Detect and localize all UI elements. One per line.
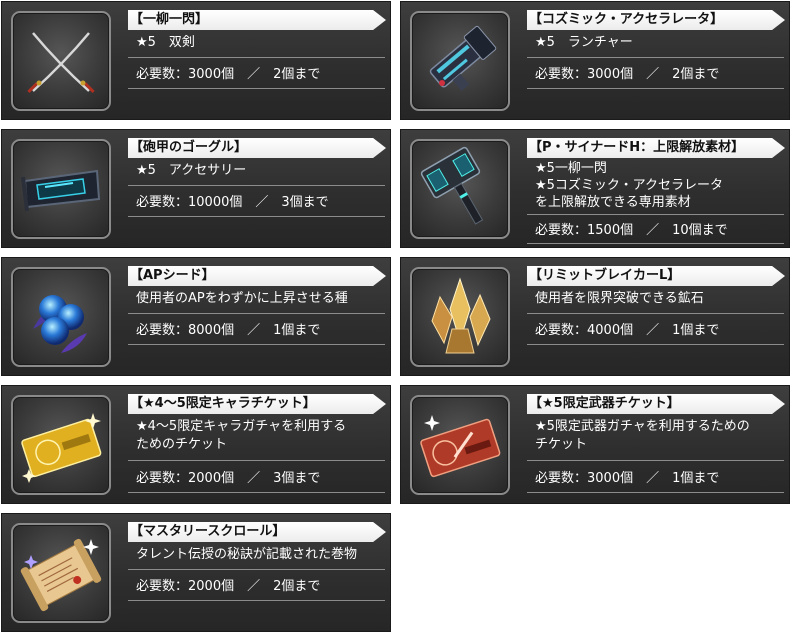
divider (128, 492, 385, 493)
item-title: 【リミットブレイカーL】 (527, 266, 785, 286)
item-requirement: 必要数：2000個 ／ 2個まで (136, 579, 321, 594)
divider (128, 600, 385, 601)
item-title: 【★5限定武器チケット】 (527, 394, 785, 414)
goggles-icon (11, 139, 111, 239)
item-title: 【コズミック・アクセラレータ】 (527, 10, 785, 30)
item-card-p-sinard-h[interactable]: 【P・サイナードH：上限解放素材】 ★5一柳一閃 ★5コズミック・アクセラレータ… (400, 129, 790, 248)
divider (527, 243, 784, 244)
item-description: 使用者のAPをわずかに上昇させる種 (136, 291, 348, 306)
red-ticket-icon (410, 395, 510, 495)
divider (128, 185, 385, 186)
item-card-chara-ticket[interactable]: 【★4～5限定キャラチケット】 ★4～5限定キャラガチャを利用する ためのチケッ… (1, 385, 391, 504)
divider (128, 216, 385, 217)
item-card-limit-breaker-l[interactable]: 【リミットブレイカーL】 使用者を限界突破できる鉱石 必要数：4000個 ／ 1… (400, 257, 790, 376)
item-title: 【マスタリースクロール】 (128, 522, 386, 542)
divider (128, 569, 385, 570)
divider (527, 492, 784, 493)
crossed-swords-icon (11, 11, 111, 111)
item-description: ★5 双剣 (136, 35, 195, 50)
divider (527, 344, 784, 345)
item-title: 【★4～5限定キャラチケット】 (128, 394, 386, 414)
launcher-icon (410, 11, 510, 111)
item-title: 【砲甲のゴーグル】 (128, 138, 386, 158)
blue-seeds-icon (11, 267, 111, 367)
item-description: 使用者を限界突破できる鉱石 (535, 291, 704, 306)
item-requirement: 必要数：1500個 ／ 10個まで (535, 223, 728, 238)
item-card-cosmic-accelerator[interactable]: 【コズミック・アクセラレータ】 ★5 ランチャー 必要数：3000個 ／ 2個ま… (400, 1, 790, 120)
item-description: タレント伝授の秘訣が記載された巻物 (136, 547, 358, 562)
crystal-ore-icon (410, 267, 510, 367)
hammer-icon (410, 139, 510, 239)
divider (128, 344, 385, 345)
item-description: ★5一柳一閃 ★5コズミック・アクセラレータ を上限解放できる専用素材 (535, 161, 724, 210)
item-card-houkou-goggles[interactable]: 【砲甲のゴーグル】 ★5 アクセサリー 必要数：10000個 ／ 3個まで (1, 129, 391, 248)
item-title: 【一柳一閃】 (128, 10, 386, 30)
divider (128, 88, 385, 89)
divider (527, 313, 784, 314)
item-requirement: 必要数：3000個 ／ 2個まで (136, 67, 321, 82)
item-card-mastery-scroll[interactable]: 【マスタリースクロール】 タレント伝授の秘訣が記載された巻物 必要数：2000個… (1, 513, 391, 632)
gold-ticket-icon (11, 395, 111, 495)
item-description: ★5限定武器ガチャを利用するための チケット (535, 419, 750, 452)
divider (527, 214, 784, 215)
item-requirement: 必要数：4000個 ／ 1個まで (535, 323, 720, 338)
divider (128, 313, 385, 314)
item-requirement: 必要数：3000個 ／ 1個まで (535, 471, 720, 486)
item-requirement: 必要数：3000個 ／ 2個まで (535, 67, 720, 82)
divider (527, 88, 784, 89)
divider (527, 460, 784, 461)
item-card-weapon-ticket[interactable]: 【★5限定武器チケット】 ★5限定武器ガチャを利用するための チケット 必要数：… (400, 385, 790, 504)
item-description: ★4～5限定キャラガチャを利用する ためのチケット (136, 419, 347, 452)
item-title: 【APシード】 (128, 266, 386, 286)
item-description: ★5 ランチャー (535, 35, 633, 50)
divider (527, 57, 784, 58)
divider (128, 57, 385, 58)
item-card-ichiryu-issen[interactable]: 【一柳一閃】 ★5 双剣 必要数：3000個 ／ 2個まで (1, 1, 391, 120)
item-card-ap-seed[interactable]: 【APシード】 使用者のAPをわずかに上昇させる種 必要数：8000個 ／ 1個… (1, 257, 391, 376)
item-requirement: 必要数：10000個 ／ 3個まで (136, 195, 329, 210)
item-description: ★5 アクセサリー (136, 163, 247, 178)
divider (128, 460, 385, 461)
item-title: 【P・サイナードH：上限解放素材】 (527, 138, 785, 158)
item-requirement: 必要数：8000個 ／ 1個まで (136, 323, 321, 338)
scroll-icon (11, 523, 111, 623)
item-requirement: 必要数：2000個 ／ 3個まで (136, 471, 321, 486)
